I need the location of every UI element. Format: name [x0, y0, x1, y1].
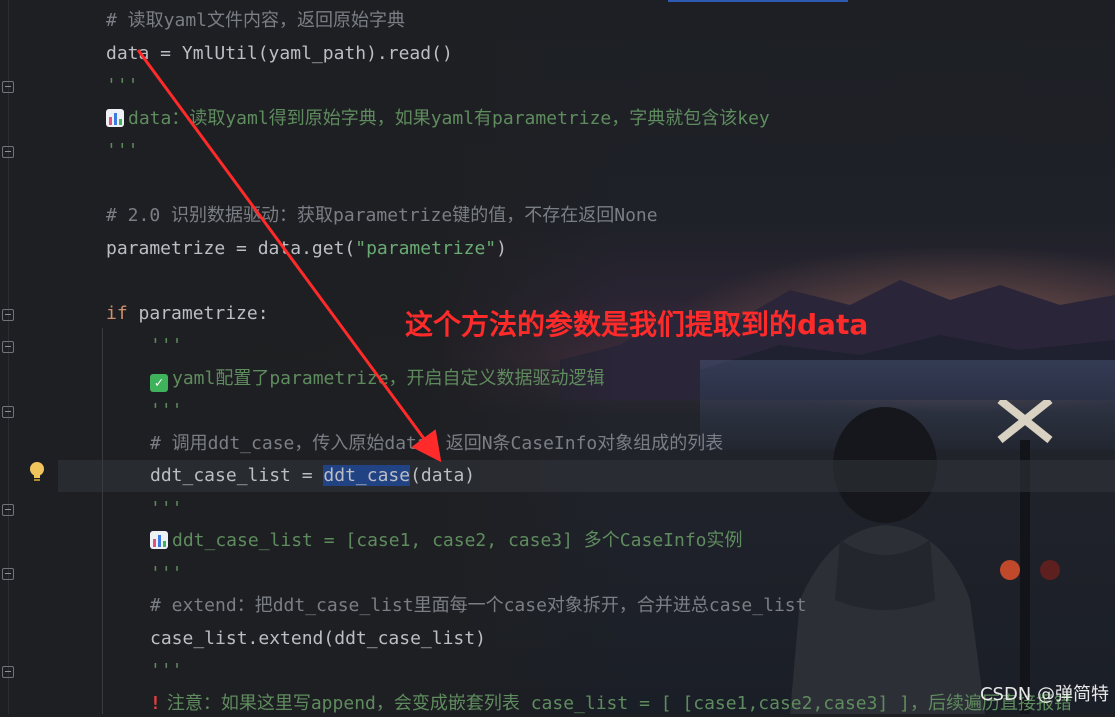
code-token: ddt_case_list = [150, 465, 324, 486]
code-line-docstring[interactable]: ! 注意：如果这里写append，会变成嵌套列表 case_list = [ [c… [150, 691, 1072, 717]
keyword-if: if [106, 303, 128, 324]
code-line-docstring[interactable]: ''' [106, 73, 139, 99]
exclamation-emoji-icon: ! [150, 693, 161, 714]
code-line-docstring[interactable]: ''' [150, 658, 183, 684]
code-line-docstring[interactable]: ''' [150, 561, 183, 587]
docstring-text: yaml配置了parametrize，开启自定义数据驱动逻辑 [172, 368, 605, 389]
watermark: CSDN @弹简特 [979, 684, 1109, 705]
code-line-comment[interactable]: # extend：把ddt_case_list里面每一个case对象拆开，合并进… [150, 593, 806, 619]
string-literal: "parametrize" [355, 238, 497, 259]
check-mark-emoji-icon: ✓ [150, 374, 168, 392]
docstring-text: 注意：如果这里写append，会变成嵌套列表 case_list = [ [ca… [166, 693, 1072, 714]
code-line-data-assign[interactable]: data = YmlUtil(yaml_path).read() [106, 41, 453, 67]
code-line-docstring[interactable]: ''' [150, 333, 183, 359]
code-line-docstring[interactable]: ''' [106, 138, 139, 164]
docstring-text: data：读取yaml得到原始字典，如果yaml有parametrize，字典就… [128, 108, 770, 129]
code-line-comment[interactable]: # 2.0 识别数据驱动：获取parametrize键的值，不存在返回None [106, 203, 658, 229]
code-line-parametrize-assign[interactable]: parametrize = data.get("parametrize") [106, 236, 507, 262]
code-line-docstring[interactable]: ddt_case_list = [case1, case2, case3] 多个… [150, 528, 743, 554]
code-line-docstring[interactable]: data：读取yaml得到原始字典，如果yaml有parametrize，字典就… [106, 106, 770, 132]
indent-guide [102, 328, 103, 714]
code-editor[interactable]: # 读取yaml文件内容，返回原始字典 data = YmlUtil(yaml_… [0, 0, 1115, 714]
code-token: (data) [410, 465, 476, 486]
code-token: parametrize = data.get( [106, 238, 356, 259]
code-line-ddt-case-call[interactable]: ddt_case_list = ddt_case(data) [150, 463, 475, 489]
docstring-text: ddt_case_list = [case1, case2, case3] 多个… [172, 530, 743, 551]
selected-function-name[interactable]: ddt_case [323, 465, 411, 486]
code-line-docstring[interactable]: ''' [150, 496, 183, 522]
code-line-if[interactable]: if parametrize: [106, 301, 269, 327]
code-token: parametrize: [127, 303, 269, 324]
annotation-text: 这个方法的参数是我们提取到的data [405, 308, 869, 341]
code-line-extend[interactable]: case_list.extend(ddt_case_list) [150, 626, 486, 652]
code-line-comment[interactable]: # 读取yaml文件内容，返回原始字典 [106, 8, 405, 34]
code-line-comment[interactable]: # 调用ddt_case，传入原始data，返回N条CaseInfo对象组成的列… [150, 431, 723, 457]
bar-chart-emoji-icon [150, 531, 168, 549]
code-line-docstring[interactable]: ✓ yaml配置了parametrize，开启自定义数据驱动逻辑 [150, 366, 605, 392]
bar-chart-emoji-icon [106, 109, 124, 127]
code-token: ) [496, 238, 507, 259]
code-line-docstring[interactable]: ''' [150, 398, 183, 424]
